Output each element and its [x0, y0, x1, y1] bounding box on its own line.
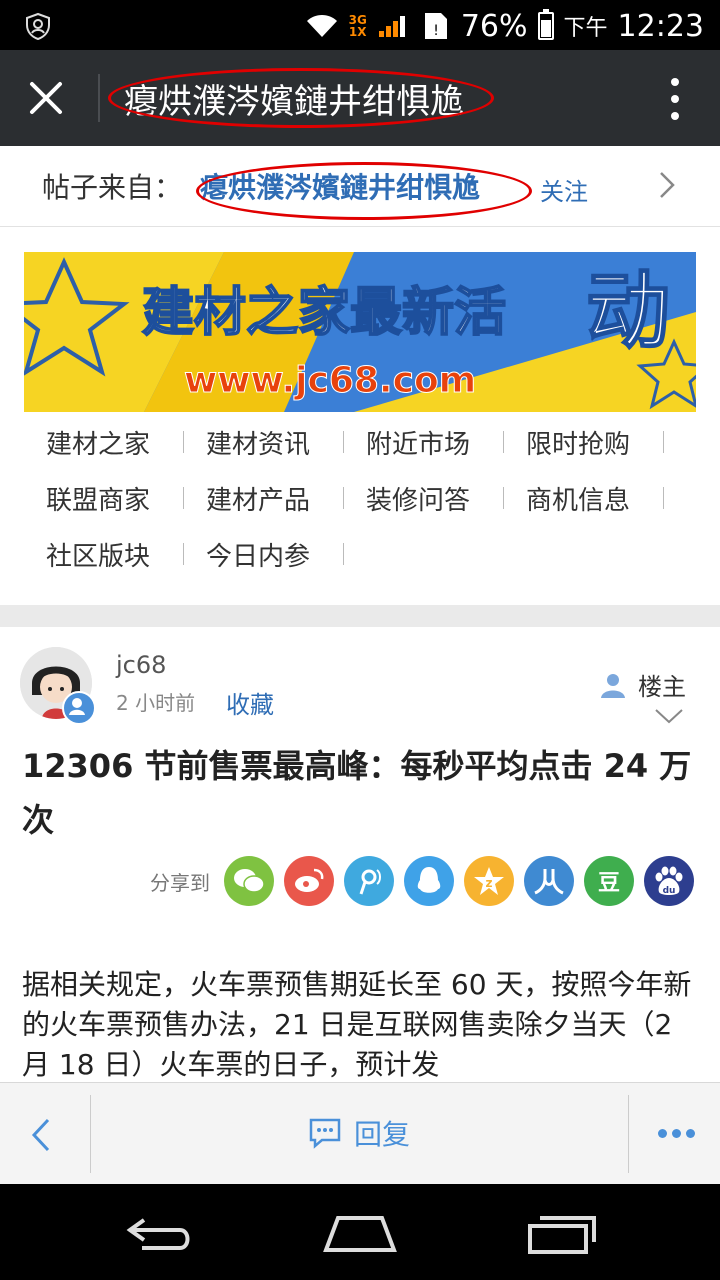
link-row: 联盟商家 建材产品 装修问答 商机信息: [24, 470, 696, 526]
section-divider: [0, 605, 720, 627]
bottom-action-bar: 回复: [0, 1082, 720, 1185]
home-nav-icon[interactable]: [322, 1214, 398, 1254]
chevron-right-icon[interactable]: [658, 170, 676, 200]
post-body: 据相关规定，火车票预售期延长至 60 天，按照今年新的火车票预售办法，21 日是…: [22, 968, 692, 1081]
tencent-weibo-icon[interactable]: [344, 856, 394, 906]
clock: 12:23: [617, 8, 704, 44]
post-time: 2 小时前: [116, 691, 196, 715]
signal-icon: [378, 16, 405, 37]
banner-image: 建材之家最新活 动 www.jc68.com: [24, 252, 696, 412]
follow-button[interactable]: 关注: [540, 172, 588, 207]
battery-icon: [537, 9, 554, 40]
source-forum-name[interactable]: 瘪烘濮涔嬪鏈井绀惧尯: [200, 166, 480, 206]
battery-percent: 76%: [460, 8, 528, 44]
recents-nav-icon[interactable]: [526, 1212, 598, 1256]
back-icon[interactable]: [30, 1117, 52, 1153]
douban-icon[interactable]: 豆: [584, 856, 634, 906]
link-jinri-neican[interactable]: 今日内参: [184, 536, 344, 573]
owner-tag[interactable]: 楼主: [598, 667, 686, 702]
qzone-icon[interactable]: z: [464, 856, 514, 906]
author-name[interactable]: jc68: [116, 651, 166, 679]
link-jiancai-zhijia[interactable]: 建材之家: [24, 424, 184, 461]
network-subtype: 1X: [348, 25, 367, 39]
chevron-down-icon[interactable]: [654, 707, 684, 725]
baidu-icon[interactable]: du: [644, 856, 694, 906]
banner-headline-big: 动: [586, 262, 670, 360]
quick-links: 建材之家 建材资讯 附近市场 限时抢购 联盟商家 建材产品 装修问答 商机信息 …: [24, 414, 696, 582]
back-nav-icon[interactable]: [124, 1214, 196, 1254]
spacer: [0, 227, 720, 253]
reply-button[interactable]: 回复: [308, 1113, 410, 1153]
weibo-icon[interactable]: [284, 856, 334, 906]
system-navigation-bar: [0, 1184, 720, 1280]
shield-icon: [26, 12, 50, 40]
share-bar: 分享到 z 豆 du: [150, 853, 704, 909]
qq-icon[interactable]: [404, 856, 454, 906]
wechat-icon[interactable]: [224, 856, 274, 906]
favorite-button[interactable]: 收藏: [226, 685, 274, 720]
user-badge-icon: [62, 691, 96, 725]
link-row: 建材之家 建材资讯 附近市场 限时抢购: [24, 414, 696, 470]
owner-label: 楼主: [638, 673, 686, 701]
comment-icon: [309, 1118, 341, 1149]
more-icon[interactable]: [658, 1129, 695, 1138]
link-shangji-xinxi[interactable]: 商机信息: [504, 480, 664, 517]
status-bar: 3G 1X ! 76% 下午 12:23: [0, 0, 720, 50]
promo-banner[interactable]: 建材之家最新活 动 www.jc68.com: [24, 252, 696, 412]
am-pm: 下午: [563, 16, 608, 41]
banner-headline: 建材之家最新活: [142, 283, 506, 343]
post-title: 12306 节前售票最高峰：每秒平均点击 24 万次: [22, 747, 692, 839]
svg-text:z: z: [486, 876, 493, 890]
title-divider: [98, 74, 100, 122]
renren-icon[interactable]: [524, 856, 574, 906]
page-title: 瘪烘濮涔嬪鏈井绀惧尯: [124, 82, 464, 122]
post-source-row[interactable]: 帖子来自： 瘪烘濮涔嬪鏈井绀惧尯 关注: [0, 146, 720, 227]
link-jiancai-chanpin[interactable]: 建材产品: [184, 480, 344, 517]
divider: [628, 1095, 629, 1173]
source-label: 帖子来自：: [42, 171, 183, 204]
share-label: 分享到: [150, 870, 210, 895]
link-fujin-shichang[interactable]: 附近市场: [344, 424, 504, 461]
svg-text:!: !: [433, 23, 439, 39]
link-jiancai-zixun[interactable]: 建材资讯: [184, 424, 344, 461]
link-shequ-bankuai[interactable]: 社区版块: [24, 536, 184, 573]
close-icon[interactable]: [28, 80, 64, 116]
network-indicator: 3G 1X: [349, 14, 367, 38]
sim-icon: !: [424, 13, 447, 39]
link-row: 社区版块 今日内参: [24, 526, 696, 582]
title-bar: 瘪烘濮涔嬪鏈井绀惧尯: [0, 50, 720, 146]
divider: [90, 1095, 91, 1173]
post: jc68 2 小时前 收藏 楼主 12306 节前售票最高峰：每秒平均点击 24…: [0, 627, 720, 1087]
link-xianshi-qianggou[interactable]: 限时抢购: [504, 424, 664, 461]
wifi-icon: [306, 15, 337, 37]
link-lianmeng-shangjia[interactable]: 联盟商家: [24, 480, 184, 517]
svg-text:du: du: [663, 886, 676, 896]
user-icon: [601, 673, 625, 698]
banner-url: www.jc68.com: [184, 360, 476, 401]
reply-label: 回复: [354, 1118, 411, 1151]
link-zhuangxiu-wenda[interactable]: 装修问答: [344, 480, 504, 517]
more-menu-icon[interactable]: [670, 78, 680, 120]
